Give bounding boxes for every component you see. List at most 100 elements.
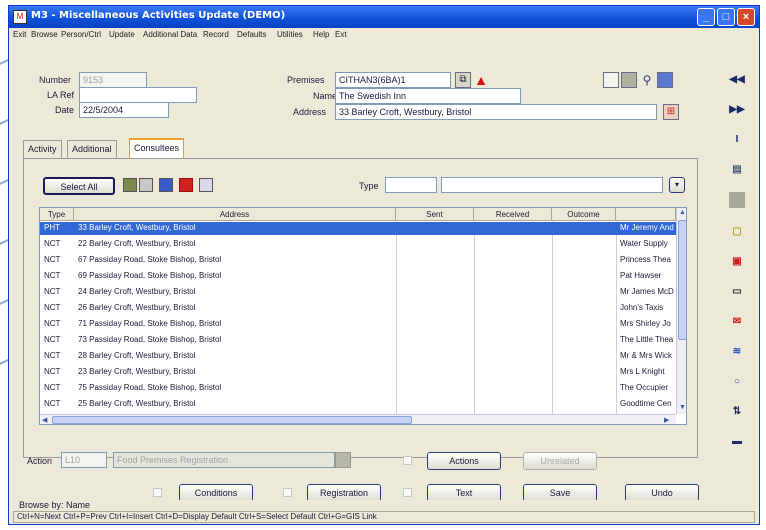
vertical-scroll-thumb[interactable] bbox=[678, 220, 686, 340]
table-row[interactable]: NCT 25 Barley Croft, Westbury, Bristol Goo… bbox=[40, 398, 676, 411]
column-header-address[interactable]: Address bbox=[74, 208, 396, 221]
menu-person-ctrl[interactable]: Person/Ctrl bbox=[61, 30, 101, 39]
gis-link-icon[interactable]: ≋ bbox=[729, 344, 745, 360]
report-icon[interactable] bbox=[199, 178, 213, 192]
registration-checkbox[interactable] bbox=[283, 488, 292, 497]
menu-update[interactable]: Update bbox=[109, 30, 135, 39]
minus-icon[interactable]: ▬ bbox=[729, 434, 745, 450]
number-field[interactable]: 9153 bbox=[79, 72, 147, 88]
cell-address: 67 Passiday Road, Stoke Bishop, Bristol bbox=[78, 255, 222, 264]
date-field[interactable]: 22/5/2004 bbox=[79, 102, 169, 118]
select-all-button[interactable]: Select All bbox=[43, 177, 115, 195]
conditions-checkbox[interactable] bbox=[153, 488, 162, 497]
premises-field[interactable]: CITHAN3(6BA)1 bbox=[335, 72, 451, 88]
table-row[interactable]: NCT 28 Barley Croft, Westbury, Bristol Mr … bbox=[40, 350, 676, 363]
unrelated-button[interactable]: Unrelated bbox=[523, 452, 597, 470]
action-lookup-icon[interactable] bbox=[335, 452, 351, 468]
first-record-icon[interactable]: ◀◀ bbox=[729, 72, 745, 88]
cell-type: NCT bbox=[44, 383, 61, 392]
grey-block-icon[interactable] bbox=[729, 192, 745, 208]
delete-document-icon[interactable]: ▣ bbox=[729, 254, 745, 270]
address-label: Address bbox=[293, 107, 327, 117]
menu-help[interactable]: Help bbox=[313, 30, 329, 39]
tree-icon[interactable] bbox=[159, 178, 173, 192]
cell-address: 25 Barley Croft, Westbury, Bristol bbox=[78, 399, 196, 408]
address-field[interactable]: 33 Barley Croft, Westbury, Bristol bbox=[335, 104, 657, 120]
table-row[interactable]: NCT 69 Passiday Road, Stoke Bishop, Brist… bbox=[40, 270, 676, 283]
type-label: Type bbox=[359, 181, 379, 191]
tab-additional[interactable]: Additional bbox=[67, 140, 117, 158]
notepad-icon[interactable] bbox=[603, 72, 619, 88]
scroll-right-icon[interactable]: ▶ bbox=[664, 416, 669, 424]
mail-icon[interactable]: ✉ bbox=[729, 314, 745, 330]
insert-cursor-icon[interactable]: I bbox=[729, 132, 745, 148]
letter-icon[interactable] bbox=[179, 178, 193, 192]
type-dropdown-button[interactable]: ▾ bbox=[669, 177, 685, 193]
type-description-field[interactable] bbox=[441, 177, 663, 193]
tab-activity[interactable]: Activity bbox=[23, 140, 62, 158]
table-row[interactable]: PHT 33 Barley Croft, Westbury, Bristol Mr … bbox=[40, 222, 676, 235]
folder-icon[interactable]: ▤ bbox=[729, 162, 745, 178]
type-field[interactable] bbox=[385, 177, 437, 193]
table-row[interactable]: NCT 24 Barley Croft, Westbury, Bristol Mr … bbox=[40, 286, 676, 299]
last-record-icon[interactable]: ▶▶ bbox=[729, 102, 745, 118]
grey-panel-icon[interactable] bbox=[621, 72, 637, 88]
table-row[interactable]: NCT 73 Passiday Road, Stoke Bishop, Brist… bbox=[40, 334, 676, 347]
column-header-sent[interactable]: Sent bbox=[396, 208, 474, 221]
table-row[interactable]: NCT 75 Passiday Road, Stoke Bishop, Brist… bbox=[40, 382, 676, 395]
cell-name: John's Taxis bbox=[620, 303, 664, 312]
menu-additional-data[interactable]: Additional Data bbox=[143, 30, 197, 39]
info-icon[interactable]: ○ bbox=[729, 374, 745, 390]
title-bar[interactable]: M M3 - Miscellaneous Activities Update (… bbox=[9, 6, 759, 28]
new-document-icon[interactable]: ▢ bbox=[729, 224, 745, 240]
scroll-left-icon[interactable]: ◀ bbox=[42, 416, 47, 424]
menu-defaults[interactable]: Defaults bbox=[237, 30, 266, 39]
text-checkbox[interactable] bbox=[403, 488, 412, 497]
search-icon[interactable]: ⚲ bbox=[639, 72, 655, 88]
column-header-name[interactable] bbox=[616, 208, 676, 221]
table-row[interactable]: NCT 67 Passiday Road, Stoke Bishop, Brist… bbox=[40, 254, 676, 267]
table-row[interactable]: NCT 22 Barley Croft, Westbury, Bristol Wat… bbox=[40, 238, 676, 251]
horizontal-scrollbar[interactable]: ◀ ▶ bbox=[40, 414, 676, 424]
menu-record[interactable]: Record bbox=[203, 30, 229, 39]
print-icon[interactable]: ▭ bbox=[729, 284, 745, 300]
menu-bar: Exit Browse Person/Ctrl Update Additiona… bbox=[9, 28, 759, 42]
table-row[interactable]: NCT 26 Barley Croft, Westbury, Bristol Joh… bbox=[40, 302, 676, 315]
column-header-received[interactable]: Received bbox=[474, 208, 552, 221]
la-ref-field[interactable] bbox=[79, 87, 197, 103]
close-button[interactable]: × bbox=[737, 8, 755, 26]
premises-label: Premises bbox=[287, 75, 325, 85]
table-row[interactable]: NCT 71 Passiday Road, Stoke Bishop, Brist… bbox=[40, 318, 676, 331]
action-label: Action bbox=[27, 456, 53, 466]
address-map-icon[interactable]: ⊞ bbox=[663, 104, 679, 120]
app-icon[interactable]: M bbox=[13, 10, 27, 24]
menu-utilities[interactable]: Utilities bbox=[277, 30, 303, 39]
premises-lookup-icon[interactable]: ⧉ bbox=[455, 72, 471, 88]
minimize-button[interactable]: _ bbox=[697, 8, 715, 26]
maximize-button[interactable]: □ bbox=[717, 8, 735, 26]
scroll-up-icon[interactable]: ▲ bbox=[679, 209, 686, 216]
action-description-field[interactable]: Food Premises Registration bbox=[113, 452, 335, 468]
menu-browse[interactable]: Browse bbox=[31, 30, 58, 39]
menu-ext[interactable]: Ext bbox=[335, 30, 347, 39]
table-row[interactable]: NCT 23 Barley Croft, Westbury, Bristol Mrs… bbox=[40, 366, 676, 379]
sort-icon[interactable]: ⇅ bbox=[729, 404, 745, 420]
actions-button[interactable]: Actions bbox=[427, 452, 501, 470]
name-field[interactable]: The Swedish Inn bbox=[335, 88, 521, 104]
action-checkbox[interactable] bbox=[403, 456, 412, 465]
printer-icon[interactable] bbox=[139, 178, 153, 192]
tab-consultees[interactable]: Consultees bbox=[129, 138, 185, 159]
menu-exit[interactable]: Exit bbox=[13, 30, 26, 39]
scroll-down-icon[interactable]: ▼ bbox=[679, 404, 686, 411]
horizontal-scroll-thumb[interactable] bbox=[52, 416, 412, 424]
cell-type: NCT bbox=[44, 367, 61, 376]
cell-name: The Occupier bbox=[620, 383, 669, 392]
cell-name: Mr James McD bbox=[620, 287, 674, 296]
vertical-scrollbar[interactable]: ▲ ▼ bbox=[676, 208, 686, 414]
action-code-field[interactable]: L10 bbox=[61, 452, 107, 468]
column-header-outcome[interactable]: Outcome bbox=[552, 208, 616, 221]
network-icon[interactable] bbox=[657, 72, 673, 88]
column-header-type[interactable]: Type bbox=[40, 208, 74, 221]
print-preview-icon[interactable] bbox=[123, 178, 137, 192]
cell-type: NCT bbox=[44, 351, 61, 360]
